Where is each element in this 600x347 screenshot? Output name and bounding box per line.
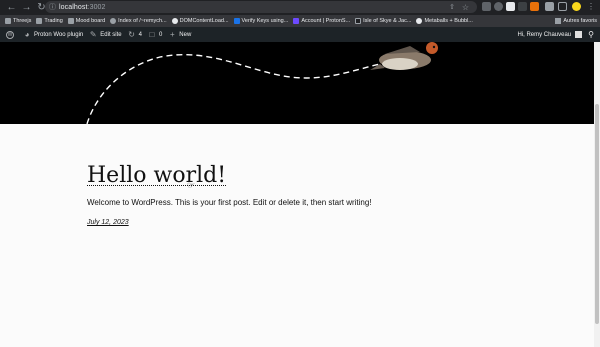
updates-link[interactable]: ↻ 4 <box>128 29 142 39</box>
share-icon[interactable]: ⇧ <box>449 3 455 11</box>
wp-admin-bar: W ◕ Proton Woo plugin ✎ Edit site ↻ 4 □ 0 + N… <box>0 27 600 42</box>
hero-banner <box>0 42 600 124</box>
post-date-link[interactable]: July 12, 2023 <box>87 219 129 226</box>
account-greeting[interactable]: Hi, Remy Chauveau <box>517 32 571 38</box>
updates-icon: ↻ <box>128 29 135 39</box>
bookmark-item[interactable]: Threejs <box>5 18 31 24</box>
post-title-link[interactable]: Hello world! <box>87 163 226 188</box>
wordpress-icon: W <box>6 30 14 39</box>
bookmark-item[interactable]: Verify Keys using... <box>233 18 288 24</box>
url-text: localhost:3002 <box>59 3 106 11</box>
bird-illustration <box>370 42 438 70</box>
avatar[interactable] <box>575 31 583 38</box>
browser-toolbar: ← → ↻ ⓘ localhost:3002 ⇧ ☆ ⋮ <box>0 0 600 15</box>
new-content-link[interactable]: + New <box>168 29 191 39</box>
profile-avatar-icon[interactable] <box>572 2 581 11</box>
folder-icon <box>555 18 562 24</box>
bookmark-item[interactable]: Index of /~remych... <box>110 18 167 24</box>
bookmark-item[interactable]: Account | ProtonS... <box>293 18 350 24</box>
menu-kebab-icon[interactable]: ⋮ <box>587 2 595 11</box>
sidebar-icon[interactable] <box>558 2 567 11</box>
extension-icon[interactable] <box>482 2 491 11</box>
bookmark-star-icon[interactable]: ☆ <box>462 3 469 12</box>
bookmark-item[interactable]: Isle of Skye & Jac... <box>355 18 411 24</box>
wp-logo-button[interactable]: W <box>6 30 17 39</box>
dashboard-icon: ◕ <box>24 29 30 39</box>
codepen-icon <box>416 18 423 24</box>
comment-icon: □ <box>149 29 155 39</box>
folder-icon <box>36 18 43 24</box>
scrollbar-thumb[interactable] <box>595 104 599 324</box>
extensions-puzzle-icon[interactable] <box>545 2 554 11</box>
back-icon[interactable]: ← <box>5 1 18 14</box>
skye-icon <box>355 18 362 24</box>
bookmark-item[interactable]: DOMContentLoad... <box>171 18 229 24</box>
scrollbar[interactable] <box>594 42 600 347</box>
extension-icon[interactable] <box>518 2 527 11</box>
address-bar[interactable]: ⓘ localhost:3002 ⇧ ☆ <box>45 1 477 13</box>
edit-site-link[interactable]: ✎ Edit site <box>89 29 122 39</box>
github-icon <box>171 18 178 24</box>
extension-icon[interactable] <box>506 2 515 11</box>
search-icon[interactable]: ⚲ <box>588 30 594 39</box>
extension-icon[interactable] <box>530 2 539 11</box>
cursor-icon: ☞ <box>187 180 196 190</box>
proton-icon <box>293 18 300 24</box>
post-excerpt: Welcome to WordPress. This is your first… <box>87 198 372 207</box>
folder-icon <box>67 18 74 24</box>
plus-icon: + <box>169 29 175 39</box>
flight-path-illustration <box>86 42 438 124</box>
blue-app-icon <box>233 18 240 24</box>
site-name-link[interactable]: ◕ Proton Woo plugin <box>23 29 84 39</box>
pencil-icon: ✎ <box>89 29 97 39</box>
folder-icon <box>5 18 11 24</box>
forward-icon[interactable]: → <box>20 1 33 14</box>
page-content: Hello world! ☞ Welcome to WordPress. Thi… <box>0 124 594 347</box>
comments-link[interactable]: □ 0 <box>148 29 163 39</box>
globe-icon <box>110 18 117 24</box>
bookmark-item[interactable]: Trading <box>36 18 63 24</box>
bookmark-item[interactable]: Metaballs + Bubbl... <box>416 18 473 24</box>
other-bookmarks[interactable]: Autres favoris <box>555 15 597 27</box>
bookmarks-bar: Threejs Trading Mood board Index of /~re… <box>0 15 600 27</box>
info-icon[interactable]: ⓘ <box>49 4 56 11</box>
bookmark-item[interactable]: Mood board <box>67 18 105 24</box>
extension-icon[interactable] <box>494 2 503 11</box>
